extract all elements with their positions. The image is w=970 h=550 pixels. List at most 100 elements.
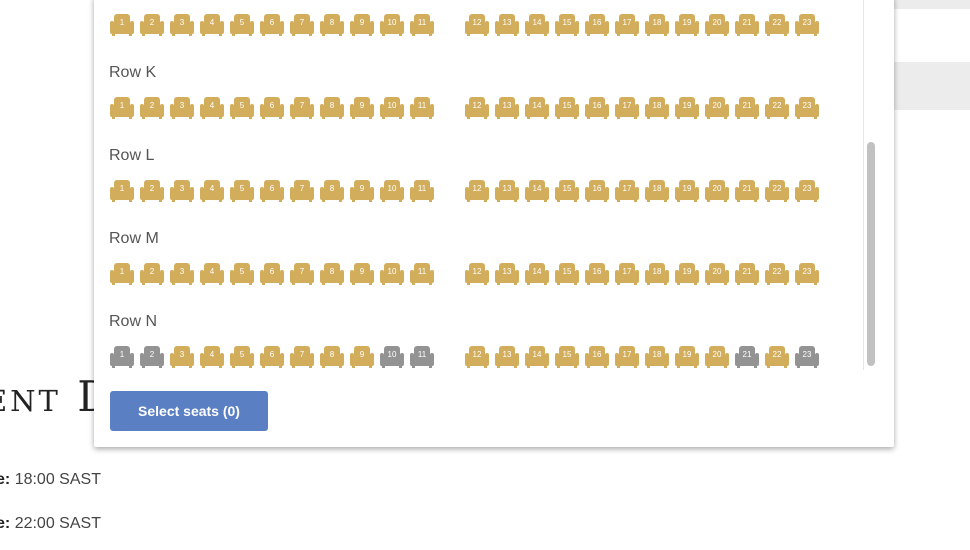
seat-available[interactable]: 12 bbox=[465, 263, 489, 285]
seat-available[interactable]: 20 bbox=[705, 263, 729, 285]
seat-available[interactable]: 4 bbox=[200, 263, 224, 285]
seat-available[interactable]: 1 bbox=[110, 14, 134, 36]
seat-available[interactable]: 17 bbox=[615, 14, 639, 36]
seat-available[interactable]: 5 bbox=[230, 180, 254, 202]
seat-available[interactable]: 12 bbox=[465, 97, 489, 119]
seat-available[interactable]: 6 bbox=[260, 97, 284, 119]
seat-available[interactable]: 11 bbox=[410, 180, 434, 202]
seat-available[interactable]: 1 bbox=[110, 180, 134, 202]
seat-available[interactable]: 12 bbox=[465, 14, 489, 36]
seat-available[interactable]: 8 bbox=[320, 263, 344, 285]
scrollbar-thumb[interactable] bbox=[867, 142, 875, 366]
seat-available[interactable]: 3 bbox=[170, 346, 194, 368]
seat-available[interactable]: 7 bbox=[290, 180, 314, 202]
seat-available[interactable]: 3 bbox=[170, 180, 194, 202]
seat-available[interactable]: 14 bbox=[525, 346, 549, 368]
seat-available[interactable]: 13 bbox=[495, 346, 519, 368]
seat-available[interactable]: 7 bbox=[290, 14, 314, 36]
seat-available[interactable]: 14 bbox=[525, 180, 549, 202]
seat-available[interactable]: 4 bbox=[200, 180, 224, 202]
seat-available[interactable]: 19 bbox=[675, 346, 699, 368]
seat-available[interactable]: 13 bbox=[495, 263, 519, 285]
seat-available[interactable]: 22 bbox=[765, 97, 789, 119]
seat-available[interactable]: 23 bbox=[795, 263, 819, 285]
seat-available[interactable]: 8 bbox=[320, 14, 344, 36]
seat-available[interactable]: 10 bbox=[380, 180, 404, 202]
seat-available[interactable]: 6 bbox=[260, 14, 284, 36]
seat-available[interactable]: 20 bbox=[705, 14, 729, 36]
seat-available[interactable]: 6 bbox=[260, 180, 284, 202]
seat-available[interactable]: 5 bbox=[230, 263, 254, 285]
seat-available[interactable]: 23 bbox=[795, 180, 819, 202]
seat-available[interactable]: 9 bbox=[350, 263, 374, 285]
seat-available[interactable]: 12 bbox=[465, 180, 489, 202]
seat-available[interactable]: 6 bbox=[260, 263, 284, 285]
seat-available[interactable]: 21 bbox=[735, 97, 759, 119]
seat-available[interactable]: 16 bbox=[585, 346, 609, 368]
seat-available[interactable]: 15 bbox=[555, 14, 579, 36]
seat-available[interactable]: 9 bbox=[350, 14, 374, 36]
seat-available[interactable]: 18 bbox=[645, 180, 669, 202]
seat-available[interactable]: 19 bbox=[675, 180, 699, 202]
seat-available[interactable]: 7 bbox=[290, 263, 314, 285]
seat-available[interactable]: 20 bbox=[705, 346, 729, 368]
seat-available[interactable]: 10 bbox=[380, 14, 404, 36]
seat-available[interactable]: 17 bbox=[615, 263, 639, 285]
seat-available[interactable]: 9 bbox=[350, 180, 374, 202]
seat-available[interactable]: 3 bbox=[170, 14, 194, 36]
seat-available[interactable]: 3 bbox=[170, 97, 194, 119]
seat-available[interactable]: 18 bbox=[645, 97, 669, 119]
seat-available[interactable]: 17 bbox=[615, 180, 639, 202]
seat-available[interactable]: 6 bbox=[260, 346, 284, 368]
seat-available[interactable]: 22 bbox=[765, 263, 789, 285]
seat-available[interactable]: 7 bbox=[290, 97, 314, 119]
seat-available[interactable]: 23 bbox=[795, 14, 819, 36]
seat-available[interactable]: 21 bbox=[735, 14, 759, 36]
seat-available[interactable]: 5 bbox=[230, 14, 254, 36]
seat-available[interactable]: 22 bbox=[765, 14, 789, 36]
seat-available[interactable]: 2 bbox=[140, 14, 164, 36]
seat-available[interactable]: 22 bbox=[765, 346, 789, 368]
seat-available[interactable]: 15 bbox=[555, 180, 579, 202]
seat-available[interactable]: 8 bbox=[320, 346, 344, 368]
seat-available[interactable]: 10 bbox=[380, 263, 404, 285]
seat-available[interactable]: 15 bbox=[555, 263, 579, 285]
seat-available[interactable]: 7 bbox=[290, 346, 314, 368]
seat-available[interactable]: 14 bbox=[525, 14, 549, 36]
seat-available[interactable]: 1 bbox=[110, 263, 134, 285]
seat-available[interactable]: 5 bbox=[230, 97, 254, 119]
seat-available[interactable]: 18 bbox=[645, 263, 669, 285]
seat-available[interactable]: 11 bbox=[410, 14, 434, 36]
seat-available[interactable]: 16 bbox=[585, 97, 609, 119]
seat-available[interactable]: 17 bbox=[615, 346, 639, 368]
seat-available[interactable]: 2 bbox=[140, 97, 164, 119]
seat-available[interactable]: 9 bbox=[350, 346, 374, 368]
seat-available[interactable]: 13 bbox=[495, 14, 519, 36]
seat-available[interactable]: 15 bbox=[555, 97, 579, 119]
seat-available[interactable]: 21 bbox=[735, 263, 759, 285]
seat-available[interactable]: 14 bbox=[525, 97, 549, 119]
seat-available[interactable]: 18 bbox=[645, 14, 669, 36]
seat-available[interactable]: 4 bbox=[200, 346, 224, 368]
seat-available[interactable]: 9 bbox=[350, 97, 374, 119]
seat-available[interactable]: 20 bbox=[705, 180, 729, 202]
select-seats-button[interactable]: Select seats (0) bbox=[110, 391, 268, 431]
seat-available[interactable]: 12 bbox=[465, 346, 489, 368]
seat-available[interactable]: 2 bbox=[140, 180, 164, 202]
seat-available[interactable]: 13 bbox=[495, 97, 519, 119]
seat-available[interactable]: 8 bbox=[320, 180, 344, 202]
seat-available[interactable]: 15 bbox=[555, 346, 579, 368]
seat-available[interactable]: 2 bbox=[140, 263, 164, 285]
seat-available[interactable]: 21 bbox=[735, 180, 759, 202]
seat-map[interactable]: 1 2 3 4 5 6 7 8 9 10 11 12 13 14 15 16 17 18 19 20 21 22 23 Row… bbox=[94, 0, 876, 370]
seat-available[interactable]: 18 bbox=[645, 346, 669, 368]
seat-available[interactable]: 4 bbox=[200, 97, 224, 119]
seat-available[interactable]: 4 bbox=[200, 14, 224, 36]
seat-available[interactable]: 19 bbox=[675, 14, 699, 36]
seat-available[interactable]: 20 bbox=[705, 97, 729, 119]
seat-available[interactable]: 23 bbox=[795, 97, 819, 119]
seat-available[interactable]: 8 bbox=[320, 97, 344, 119]
seat-available[interactable]: 22 bbox=[765, 180, 789, 202]
seat-available[interactable]: 10 bbox=[380, 97, 404, 119]
seat-available[interactable]: 1 bbox=[110, 97, 134, 119]
